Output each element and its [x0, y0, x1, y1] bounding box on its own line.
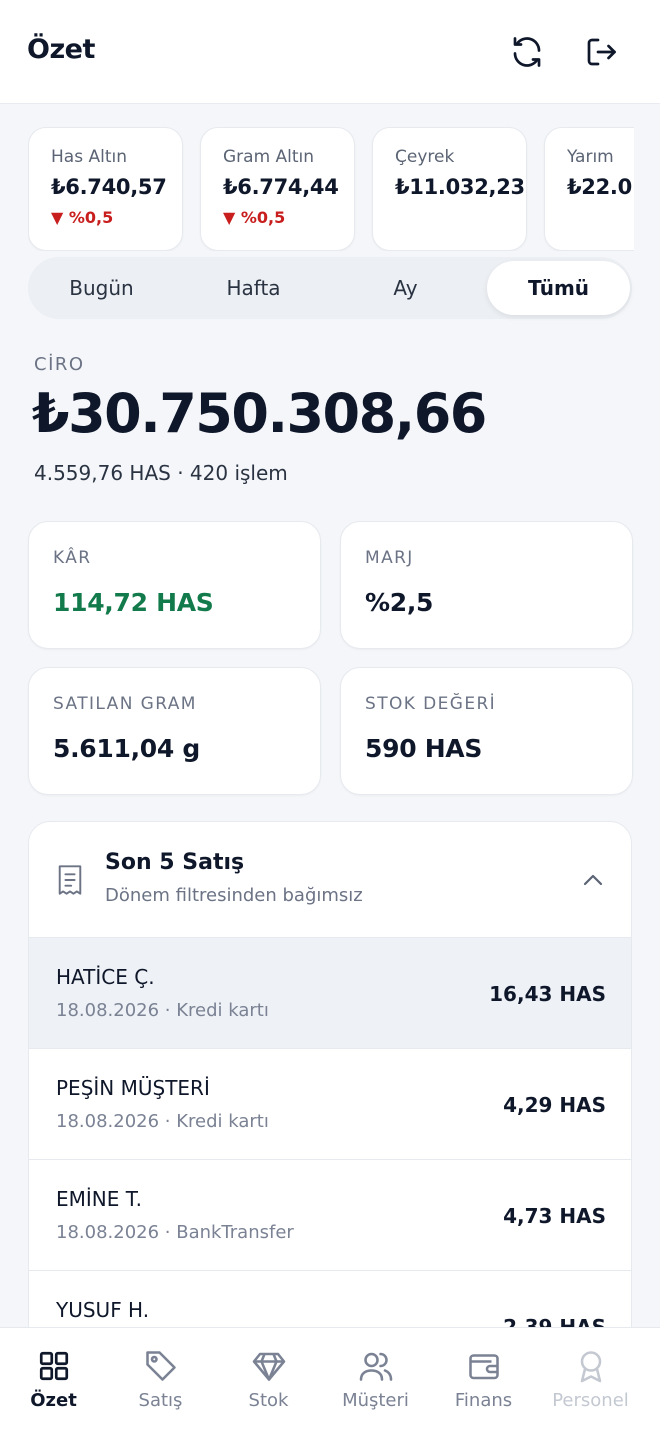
tab-ozet[interactable]: Özet — [0, 1328, 107, 1434]
sale-customer: HATİCE Ç. — [56, 965, 155, 989]
grid-icon — [39, 1351, 68, 1381]
tab-personel[interactable]: Personel — [537, 1328, 644, 1434]
stat-label: SATILAN GRAM — [53, 694, 197, 714]
ticker-name: Çeyrek — [395, 147, 455, 167]
stat-label: STOK DEĞERİ — [365, 694, 497, 714]
tab-label: Finans — [454, 1390, 513, 1411]
sale-row[interactable]: HATİCE Ç. 18.08.2026 · Kredi kartı 16,43… — [29, 938, 631, 1049]
ticker-change: ▼ %0,5 — [223, 208, 286, 227]
stat-label: MARJ — [365, 548, 414, 568]
sale-customer: PEŞİN MÜŞTERİ — [56, 1076, 210, 1100]
ticker-card-ceyrek[interactable]: Çeyrek ₺11.032,23 — [372, 127, 527, 251]
wallet-icon — [468, 1354, 499, 1380]
stat-value: 114,72 HAS — [53, 588, 214, 617]
ciro-value: ₺30.750.308,66 — [32, 382, 487, 445]
period-option-tumu[interactable]: Tümü — [487, 261, 630, 315]
recent-sales-title: Son 5 Satış — [105, 850, 245, 875]
app-header: Özet — [0, 0, 660, 104]
stat-value: %2,5 — [365, 588, 434, 617]
recent-sales-subtitle: Dönem filtresinden bağımsız — [105, 885, 363, 906]
tab-finans[interactable]: Finans — [430, 1328, 537, 1434]
stat-value: 590 HAS — [365, 734, 483, 763]
sale-row[interactable]: EMİNE T. 18.08.2026 · BankTransfer 4,73 … — [29, 1160, 631, 1271]
tab-label: Satış — [138, 1390, 183, 1411]
sale-meta: 18.08.2026 · Kredi kartı — [56, 1111, 269, 1132]
period-option-hafta[interactable]: Hafta — [182, 261, 325, 315]
stat-value: 5.611,04 g — [53, 734, 200, 763]
sale-amount: 4,73 HAS — [503, 1204, 606, 1228]
ticker-price: ₺6.774,44 — [223, 175, 339, 199]
chevron-up-icon[interactable] — [581, 872, 605, 888]
tab-musteri[interactable]: Müşteri — [322, 1328, 429, 1434]
ticker-price: ₺22.0 — [567, 175, 632, 199]
tab-label: Müşteri — [342, 1390, 409, 1411]
bottom-tab-bar: Özet Satış Stok Müşteri Finans Personel — [0, 1327, 660, 1434]
ticker-name: Gram Altın — [223, 147, 315, 167]
sale-customer: YUSUF H. — [56, 1298, 150, 1322]
page-title: Özet — [27, 34, 95, 65]
stat-card-satilan-gram: SATILAN GRAM 5.611,04 g — [28, 667, 321, 795]
sale-amount: 4,29 HAS — [503, 1093, 606, 1117]
recent-sales-header[interactable]: Son 5 Satış Dönem filtresinden bağımsız — [29, 822, 631, 938]
tag-icon — [145, 1351, 176, 1381]
stat-label: KÂR — [53, 548, 92, 568]
period-option-ay[interactable]: Ay — [334, 261, 477, 315]
ciro-subtext: 4.559,76 HAS · 420 işlem — [34, 461, 288, 485]
period-option-bugun[interactable]: Bugün — [30, 261, 173, 315]
award-icon — [580, 1351, 601, 1383]
ticker-card-has-altin[interactable]: Has Altın ₺6.740,57 ▼ %0,5 — [28, 127, 183, 251]
logout-button[interactable] — [579, 30, 623, 74]
sale-meta: 18.08.2026 · Kredi kartı — [56, 1000, 269, 1021]
diamond-icon — [252, 1352, 285, 1381]
stat-card-marj: MARJ %2,5 — [340, 521, 633, 649]
refresh-icon — [513, 37, 541, 67]
ticker-name: Yarım — [567, 147, 614, 167]
ciro-label: CİRO — [34, 354, 85, 375]
sale-row[interactable]: PEŞİN MÜŞTERİ 18.08.2026 · Kredi kartı 4… — [29, 1049, 631, 1160]
sale-meta: 18.08.2026 · BankTransfer — [56, 1222, 294, 1243]
ticker-card-yarim[interactable]: Yarım ₺22.0 — [544, 127, 634, 251]
sale-customer: EMİNE T. — [56, 1187, 142, 1211]
period-filter: Bugün Hafta Ay Tümü — [28, 257, 632, 319]
tab-satis[interactable]: Satış — [107, 1328, 214, 1434]
stat-card-stok-degeri: STOK DEĞERİ 590 HAS — [340, 667, 633, 795]
tab-stok[interactable]: Stok — [215, 1328, 322, 1434]
ticker-change: ▼ %0,5 — [51, 208, 114, 227]
ticker-name: Has Altın — [51, 147, 127, 167]
ticker-price: ₺6.740,57 — [51, 175, 167, 199]
ticker-price: ₺11.032,23 — [395, 175, 525, 199]
ticker-card-gram-altin[interactable]: Gram Altın ₺6.774,44 ▼ %0,5 — [200, 127, 355, 251]
receipt-icon — [58, 865, 82, 895]
tab-label: Stok — [248, 1390, 289, 1411]
users-icon — [359, 1352, 392, 1381]
refresh-button[interactable] — [505, 30, 549, 74]
logout-icon — [587, 38, 616, 66]
tab-label: Personel — [552, 1390, 629, 1411]
price-ticker[interactable]: Has Altın ₺6.740,57 ▼ %0,5 Gram Altın ₺6… — [28, 127, 634, 251]
stat-card-kar: KÂR 114,72 HAS — [28, 521, 321, 649]
tab-label: Özet — [30, 1390, 77, 1411]
sale-amount: 16,43 HAS — [489, 982, 606, 1006]
